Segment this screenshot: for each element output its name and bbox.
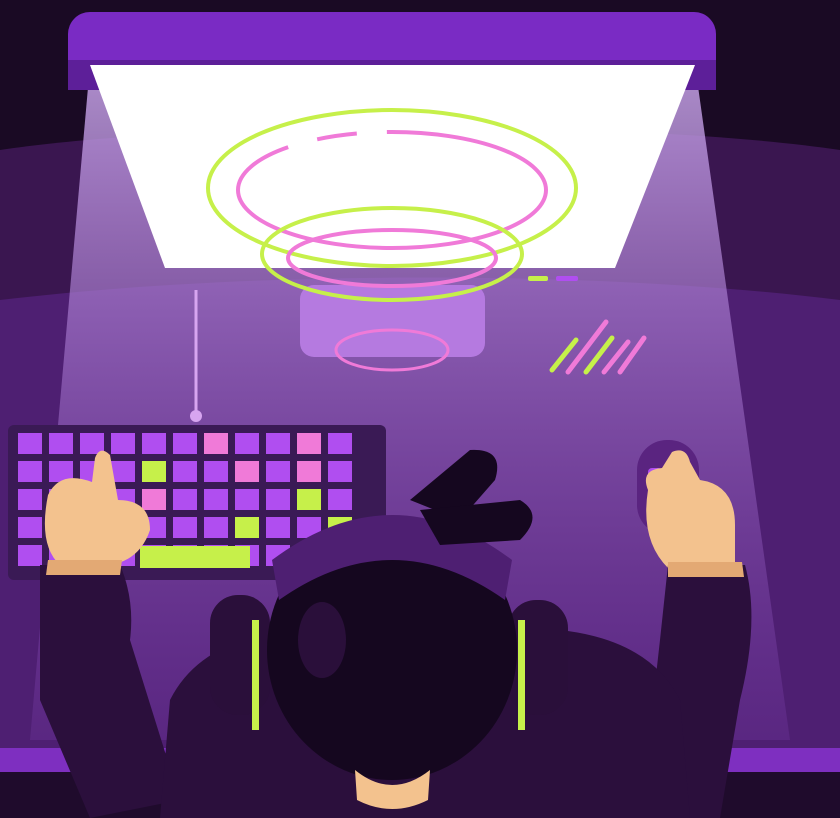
keyboard-key [235, 517, 259, 538]
keyboard-key [328, 433, 352, 454]
keyboard-key [204, 433, 228, 454]
keyboard-key [18, 489, 42, 510]
monitor-screen [90, 65, 695, 268]
keyboard-key [235, 461, 259, 482]
headphone-left-cup [210, 595, 270, 715]
keyboard-key [173, 489, 197, 510]
keyboard-spacebar [140, 546, 250, 568]
headphone-left-neon [252, 620, 259, 730]
keyboard-key [204, 517, 228, 538]
keyboard-cable-plug [190, 410, 202, 422]
keyboard-key [18, 461, 42, 482]
headphone-right-neon [518, 620, 525, 730]
keyboard-key [111, 433, 135, 454]
right-cuff [668, 562, 744, 577]
hair-highlight [298, 602, 346, 678]
indicator-violet [556, 276, 578, 281]
keyboard-key [49, 433, 73, 454]
keyboard-key [297, 489, 321, 510]
keyboard-key [266, 489, 290, 510]
keyboard-key [266, 517, 290, 538]
keyboard-key [142, 461, 166, 482]
left-cuff [46, 560, 122, 575]
keyboard-key [297, 433, 321, 454]
keyboard-key [142, 489, 166, 510]
headphone-right-cup [508, 600, 568, 715]
keyboard-key [328, 461, 352, 482]
gamer-desk-scene [0, 0, 840, 818]
keyboard-key [80, 433, 104, 454]
keyboard-key [297, 461, 321, 482]
keyboard-key [142, 433, 166, 454]
keyboard-key [204, 461, 228, 482]
keyboard-key [111, 461, 135, 482]
keyboard-key [18, 545, 42, 566]
keyboard-key [235, 433, 259, 454]
keyboard-key [173, 433, 197, 454]
keyboard-key [173, 517, 197, 538]
keyboard-key [266, 461, 290, 482]
keyboard-key [204, 489, 228, 510]
keyboard-key [328, 489, 352, 510]
keyboard-key [266, 433, 290, 454]
keyboard-key [18, 517, 42, 538]
keyboard-key [235, 489, 259, 510]
keyboard-key [18, 433, 42, 454]
indicator-green [528, 276, 548, 281]
keyboard-key [173, 461, 197, 482]
